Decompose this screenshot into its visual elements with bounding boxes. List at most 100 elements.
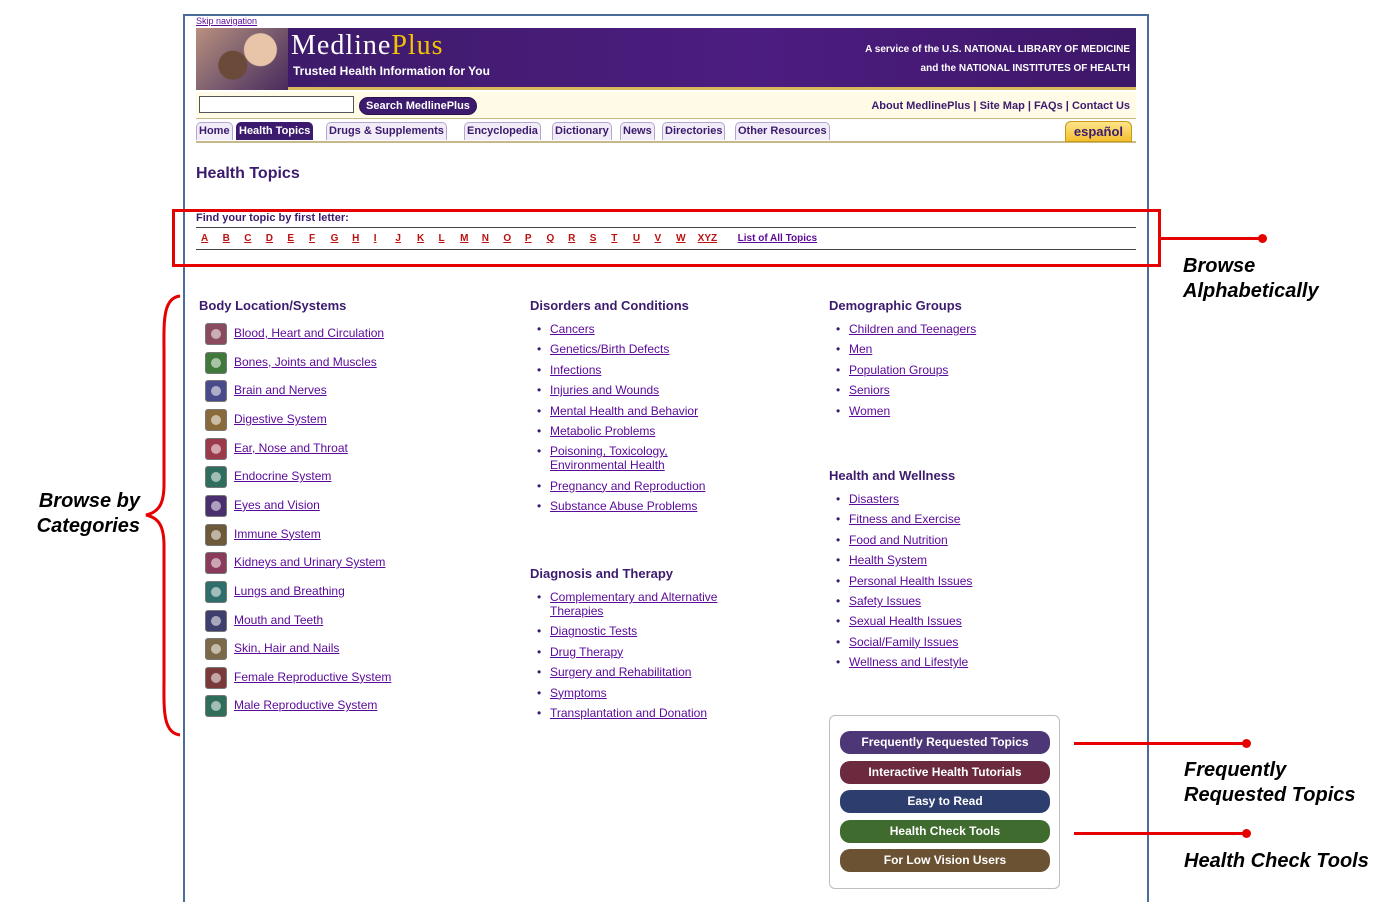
toplink-site-map[interactable]: Site Map bbox=[980, 100, 1025, 112]
demographic-list: Children and Teenagers Men Population Grou… bbox=[833, 322, 1053, 424]
tab-dictionary[interactable]: Dictionary bbox=[552, 122, 612, 140]
interactive-health-tutorials-button[interactable]: Interactive Health Tutorials bbox=[840, 760, 1050, 784]
eye-icon bbox=[205, 494, 227, 517]
annotation-dot bbox=[1242, 829, 1251, 838]
tab-home[interactable]: Home bbox=[196, 122, 233, 140]
male-glyph bbox=[211, 701, 221, 712]
page-title: Health Topics bbox=[196, 165, 300, 182]
body-location-link[interactable]: Blood, Heart and Circulation bbox=[234, 326, 384, 340]
wellness-link-health-system[interactable]: Health System bbox=[849, 553, 927, 567]
tab-encyclopedia[interactable]: Encyclopedia bbox=[464, 122, 541, 140]
feather-icon bbox=[205, 638, 227, 661]
wellness-link-fitness-and-exercise[interactable]: Fitness and Exercise bbox=[849, 512, 960, 526]
toplink-about-medlineplus[interactable]: About MedlinePlus bbox=[871, 100, 970, 112]
cell-glyph bbox=[211, 529, 221, 540]
list-item: Disasters bbox=[833, 492, 1053, 506]
diagnosis-link-symptoms[interactable]: Symptoms bbox=[550, 686, 607, 700]
heart-icon bbox=[205, 323, 227, 345]
wellness-link-wellness-and-lifestyle[interactable]: Wellness and Lifestyle bbox=[849, 655, 968, 669]
body-location-link[interactable]: Lungs and Breathing bbox=[234, 584, 345, 598]
tab-directories[interactable]: Directories bbox=[662, 122, 726, 140]
list-item: Infections bbox=[534, 363, 744, 377]
diagnosis-link-surgery-and-rehabilitation[interactable]: Surgery and Rehabilitation bbox=[550, 665, 691, 679]
body-location-link[interactable]: Mouth and Teeth bbox=[234, 613, 323, 627]
wellness-link-personal-health-issues[interactable]: Personal Health Issues bbox=[849, 574, 972, 588]
diagnosis-link-drug-therapy[interactable]: Drug Therapy bbox=[550, 645, 623, 659]
search-input[interactable] bbox=[199, 96, 354, 113]
list-item: Pregnancy and Reproduction bbox=[534, 479, 744, 493]
wellness-link-sexual-health-issues[interactable]: Sexual Health Issues bbox=[849, 614, 962, 628]
easy-to-read-button[interactable]: Easy to Read bbox=[840, 790, 1050, 813]
toplink-contact-us[interactable]: Contact Us bbox=[1072, 100, 1130, 112]
banner-photo bbox=[196, 28, 288, 90]
search-bar: Search MedlinePlus About MedlinePlus | S… bbox=[196, 92, 1136, 119]
disorders-link-infections[interactable]: Infections bbox=[550, 363, 601, 377]
disorders-link-substance-abuse-problems[interactable]: Substance Abuse Problems bbox=[550, 499, 697, 513]
body-location-link[interactable]: Brain and Nerves bbox=[234, 383, 327, 397]
body-location-link[interactable]: Bones, Joints and Muscles bbox=[234, 355, 377, 369]
list-item: Mental Health and Behavior bbox=[534, 404, 744, 418]
diagnosis-link-diagnostic-tests[interactable]: Diagnostic Tests bbox=[550, 624, 637, 638]
disorders-link-mental-health-and-behavior[interactable]: Mental Health and Behavior bbox=[550, 404, 698, 418]
list-item: Genetics/Birth Defects bbox=[534, 342, 744, 356]
diagnosis-link-transplantation-and-donation[interactable]: Transplantation and Donation bbox=[550, 706, 707, 720]
disorders-link-poisoning-toxicology-environmental-health[interactable]: Poisoning, Toxicology, Environmental Hea… bbox=[550, 444, 668, 472]
demographic-link-children-and-teenagers[interactable]: Children and Teenagers bbox=[849, 322, 976, 336]
body-location-link[interactable]: Endocrine System bbox=[234, 469, 331, 483]
annotation-frequently-requested: Frequently Requested Topics bbox=[1184, 759, 1356, 806]
service-line-1: A service of the U.S. NATIONAL LIBRARY O… bbox=[865, 44, 1130, 55]
body-location-link[interactable]: Eyes and Vision bbox=[234, 498, 320, 512]
tab-health-topics[interactable]: Health Topics bbox=[236, 122, 314, 140]
body-location-link[interactable]: Female Reproductive System bbox=[234, 670, 391, 684]
disorders-link-metabolic-problems[interactable]: Metabolic Problems bbox=[550, 424, 655, 438]
disorders-link-pregnancy-and-reproduction[interactable]: Pregnancy and Reproduction bbox=[550, 479, 705, 493]
tab-other-resources[interactable]: Other Resources bbox=[735, 122, 830, 140]
gland-glyph bbox=[211, 472, 221, 483]
toplink-faqs[interactable]: FAQs bbox=[1034, 100, 1063, 112]
diagnosis-link-complementary-and-alternative-therapies[interactable]: Complementary and Alternative Therapies bbox=[550, 590, 717, 618]
disorders-link-injuries-and-wounds[interactable]: Injuries and Wounds bbox=[550, 383, 659, 397]
body-location-link[interactable]: Skin, Hair and Nails bbox=[234, 641, 339, 655]
frequently-requested-topics-button[interactable]: Frequently Requested Topics bbox=[840, 731, 1050, 754]
skip-navigation-link[interactable]: Skip navigation bbox=[196, 16, 257, 26]
body-location-link[interactable]: Male Reproductive System bbox=[234, 698, 377, 712]
eye-glyph bbox=[211, 500, 221, 511]
separator: | bbox=[1062, 100, 1072, 112]
demographic-link-women[interactable]: Women bbox=[849, 404, 890, 418]
annotation-dot bbox=[1258, 234, 1267, 243]
disorders-link-cancers[interactable]: Cancers bbox=[550, 322, 595, 336]
list-item: Injuries and Wounds bbox=[534, 383, 744, 397]
list-item: Personal Health Issues bbox=[833, 574, 1053, 588]
female-glyph bbox=[211, 672, 221, 683]
site-tagline: Trusted Health Information for You bbox=[293, 64, 490, 78]
wellness-link-disasters[interactable]: Disasters bbox=[849, 492, 899, 506]
tab-news[interactable]: News bbox=[620, 122, 655, 140]
search-button[interactable]: Search MedlinePlus bbox=[359, 97, 477, 115]
wellness-link-safety-issues[interactable]: Safety Issues bbox=[849, 594, 921, 608]
list-item: Sexual Health Issues bbox=[833, 614, 1053, 628]
disorders-link-genetics-birth-defects[interactable]: Genetics/Birth Defects bbox=[550, 342, 669, 356]
health-check-tools-button[interactable]: Health Check Tools bbox=[840, 819, 1050, 843]
body-location-link[interactable]: Immune System bbox=[234, 527, 321, 541]
wellness-link-food-and-nutrition[interactable]: Food and Nutrition bbox=[849, 533, 948, 547]
site-logo[interactable]: MedlinePlus bbox=[291, 30, 444, 62]
body-location-link[interactable]: Kidneys and Urinary System bbox=[234, 555, 385, 569]
lungs-glyph bbox=[211, 586, 221, 597]
wellness-link-social-family-issues[interactable]: Social/Family Issues bbox=[849, 635, 958, 649]
body-location-link[interactable]: Digestive System bbox=[234, 412, 327, 426]
tab-drugs-supplements[interactable]: Drugs & Supplements bbox=[326, 122, 447, 140]
demographic-link-men[interactable]: Men bbox=[849, 342, 872, 356]
bone-icon bbox=[205, 351, 227, 374]
list-item: Social/Family Issues bbox=[833, 635, 1053, 649]
demographic-link-population-groups[interactable]: Population Groups bbox=[849, 363, 948, 377]
annotation-browse-by-categories: Browse by Categories bbox=[36, 490, 140, 537]
body-location-link[interactable]: Ear, Nose and Throat bbox=[234, 441, 348, 455]
for-low-vision-users-button[interactable]: For Low Vision Users bbox=[840, 849, 1050, 872]
list-item: Cancers bbox=[534, 322, 744, 336]
espanol-button[interactable]: español bbox=[1064, 121, 1132, 142]
list-item: Poisoning, Toxicology, Environmental Hea… bbox=[534, 444, 744, 472]
female-icon bbox=[205, 666, 227, 689]
demographic-link-seniors[interactable]: Seniors bbox=[849, 383, 890, 397]
separator: | bbox=[1024, 100, 1034, 112]
annotation-connector bbox=[1074, 832, 1246, 835]
